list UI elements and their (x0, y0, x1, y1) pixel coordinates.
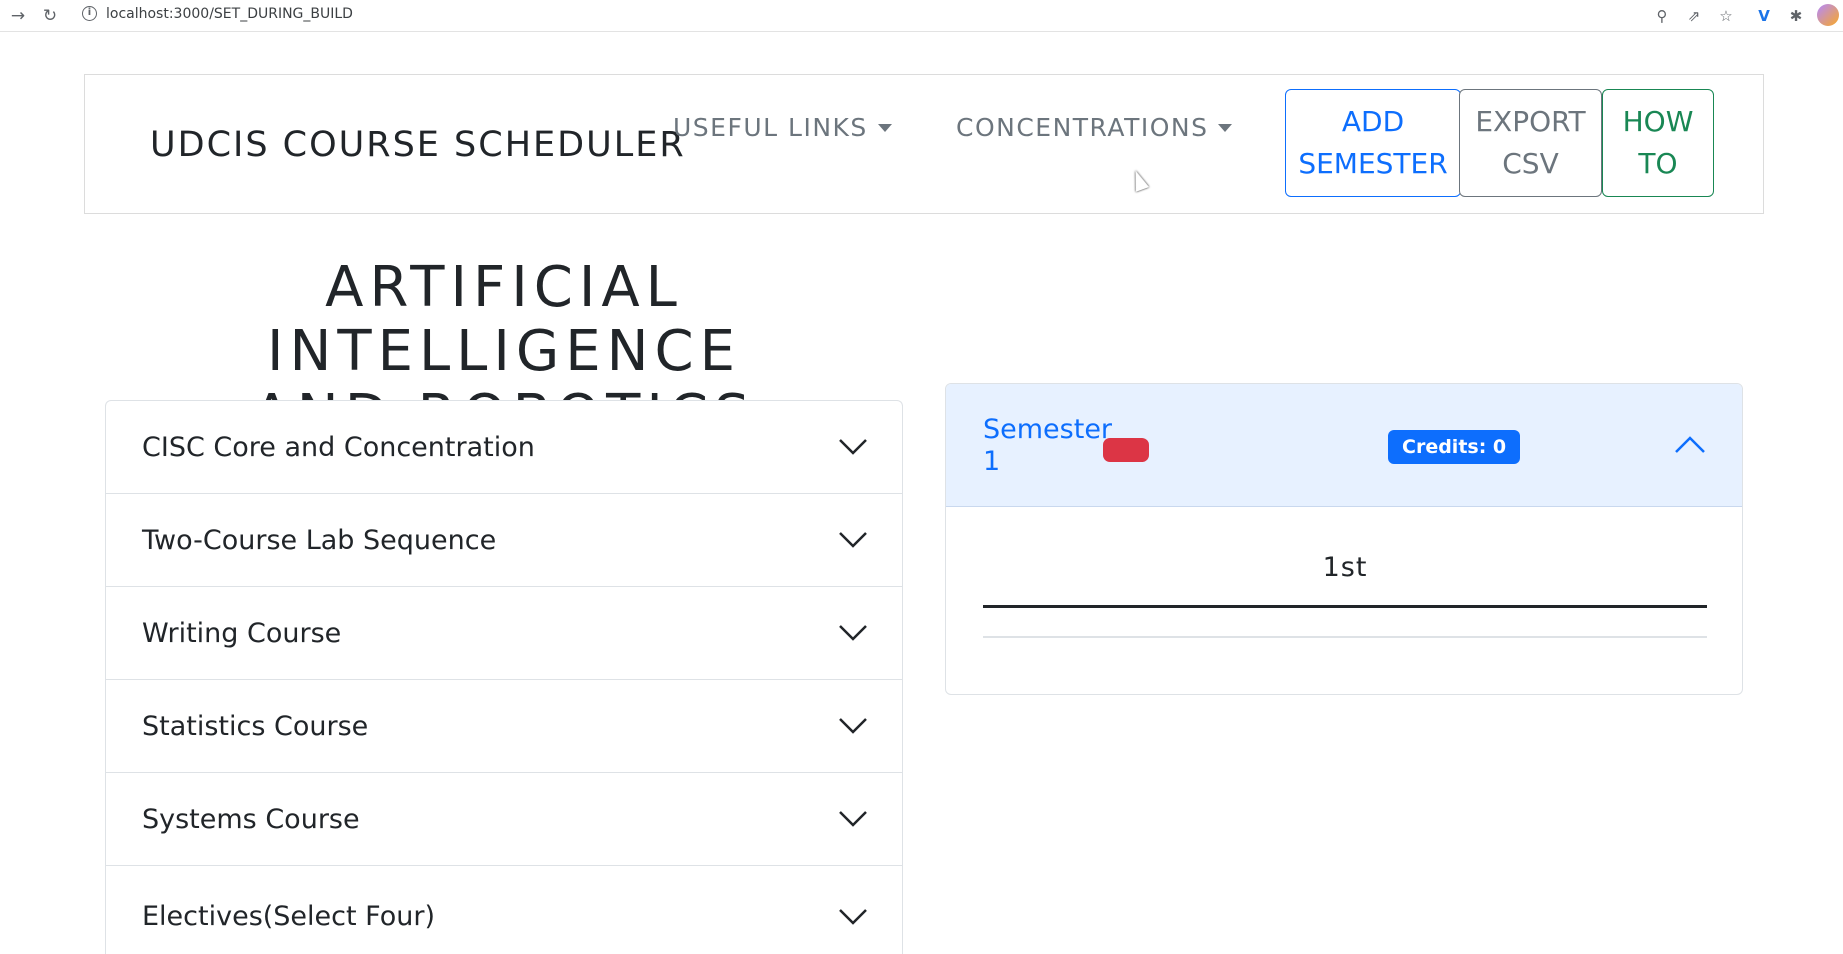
navbar: UDCIS COURSE SCHEDULER USEFUL LINKS CONC… (84, 74, 1764, 214)
semester-name-line2: 1 (983, 446, 1001, 477)
add-semester-button[interactable]: ADD SEMESTER (1285, 89, 1461, 197)
concentrations-label: CONCENTRATIONS (956, 113, 1209, 142)
how-to-button[interactable]: HOW TO (1602, 89, 1714, 197)
accordion-item-electives[interactable]: Electives(Select Four) (106, 866, 902, 954)
address-bar[interactable]: localhost:3000/SET_DURING_BUILD (106, 6, 353, 22)
chevron-down-icon[interactable] (838, 524, 868, 554)
accordion-item-lab-sequence[interactable]: Two-Course Lab Sequence (106, 494, 902, 587)
requirements-accordion: CISC Core and Concentration Two-Course L… (105, 400, 903, 954)
add-semester-label-line2: SEMESTER (1298, 147, 1448, 180)
chevron-down-icon[interactable] (838, 617, 868, 647)
accordion-item-label: Systems Course (142, 803, 360, 835)
how-to-label-line1: HOW (1622, 105, 1694, 138)
accordion-item-writing[interactable]: Writing Course (106, 587, 902, 680)
avatar[interactable] (1817, 4, 1839, 26)
back-arrow-icon[interactable]: → (6, 4, 30, 28)
useful-links-label: USEFUL LINKS (673, 113, 868, 142)
useful-links-dropdown[interactable]: USEFUL LINKS (673, 113, 892, 142)
export-csv-button[interactable]: EXPORT CSV (1459, 89, 1602, 197)
accordion-item-label: Electives(Select Four) (142, 901, 436, 932)
share-icon[interactable]: ⇗ (1682, 4, 1706, 28)
accordion-item-label: Writing Course (142, 617, 342, 649)
star-icon[interactable]: ☆ (1714, 4, 1738, 28)
accordion-item-label: Statistics Course (142, 710, 369, 742)
how-to-label-line2: TO (1638, 147, 1678, 180)
export-csv-label-line1: EXPORT (1475, 105, 1586, 138)
page-title-line1: ARTIFICIAL INTELLIGENCE (266, 255, 742, 384)
export-csv-label-line2: CSV (1502, 147, 1559, 180)
accordion-item-systems[interactable]: Systems Course (106, 773, 902, 866)
semester-card: Semester 1 Credits: 0 1st (945, 383, 1743, 695)
puzzle-icon[interactable]: ✱ (1784, 4, 1808, 28)
accordion-item-cisc-core[interactable]: CISC Core and Concentration (106, 401, 902, 494)
semester-name[interactable]: Semester 1 (983, 414, 1113, 478)
concentrations-dropdown[interactable]: CONCENTRATIONS (956, 113, 1233, 142)
info-icon[interactable]: i (82, 6, 97, 21)
chevron-down-icon[interactable] (838, 803, 868, 833)
chevron-down-icon[interactable] (838, 710, 868, 740)
chevron-down-icon[interactable] (838, 901, 868, 931)
add-semester-label-line1: ADD (1341, 105, 1405, 138)
caret-down-icon (1218, 123, 1233, 132)
browser-toolbar: → ↻ i localhost:3000/SET_DURING_BUILD ⚲ … (0, 0, 1843, 32)
accordion-item-label: Two-Course Lab Sequence (142, 524, 497, 556)
zoom-icon[interactable]: ⚲ (1650, 4, 1674, 28)
credits-badge: Credits: 0 (1388, 430, 1521, 464)
chevron-up-icon[interactable] (1673, 428, 1707, 462)
semester-body-label: 1st (1322, 552, 1368, 583)
caret-down-icon (877, 123, 892, 132)
divider (983, 636, 1707, 638)
semester-name-line1: Semester (983, 414, 1113, 445)
v-extension-icon[interactable]: V (1752, 4, 1776, 28)
delete-semester-button[interactable] (1103, 438, 1149, 462)
accordion-item-statistics[interactable]: Statistics Course (106, 680, 902, 773)
reload-icon[interactable]: ↻ (38, 4, 62, 28)
brand-title[interactable]: UDCIS COURSE SCHEDULER (150, 125, 686, 165)
chevron-down-icon[interactable] (838, 431, 868, 461)
semester-header[interactable]: Semester 1 Credits: 0 (946, 384, 1742, 507)
accordion-item-label: CISC Core and Concentration (142, 431, 535, 463)
divider (983, 605, 1707, 608)
